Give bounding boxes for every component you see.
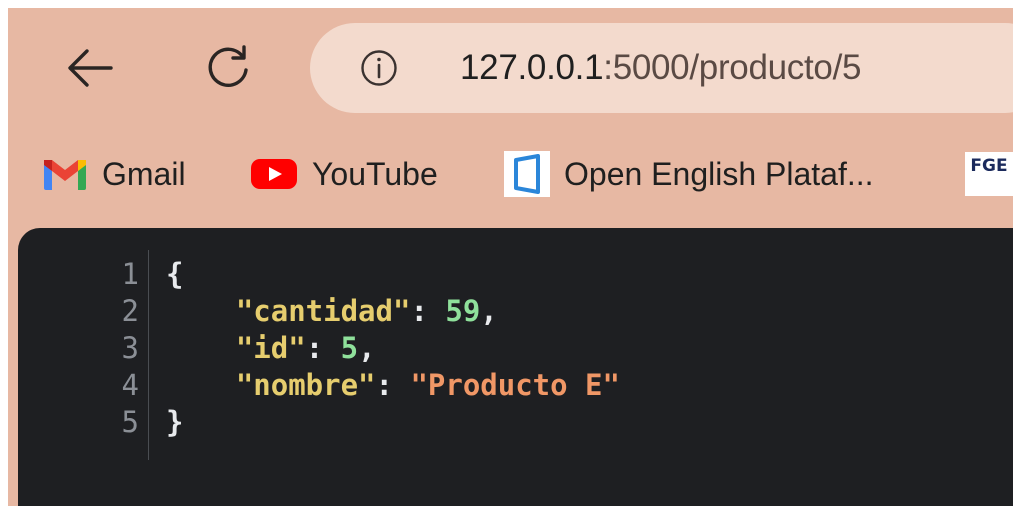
url-host: 127.0.0.1 <box>460 48 604 87</box>
bookmark-youtube[interactable]: YouTube <box>250 148 438 200</box>
json-line: } <box>166 402 183 442</box>
json-key: "id" <box>235 331 306 365</box>
arrow-left-icon <box>68 49 113 87</box>
bookmarks-bar: Gmail YouTube Open English Plataf... FGE <box>8 148 1013 200</box>
site-info-icon[interactable] <box>360 49 398 87</box>
json-viewer: 1 2 3 4 5 { "cantidad": 59, "id": 5, "no… <box>18 228 1013 506</box>
reload-icon <box>208 45 248 87</box>
json-key: "nombre" <box>235 368 376 402</box>
line-number: 3 <box>121 331 139 365</box>
bookmark-gmail[interactable]: Gmail <box>42 148 186 200</box>
line-number-gutter: 1 2 3 4 5 <box>18 250 149 460</box>
json-line: { <box>166 254 183 294</box>
back-button[interactable] <box>60 38 120 98</box>
json-comma: , <box>480 294 498 328</box>
line-number: 4 <box>121 368 139 402</box>
json-value: 5 <box>340 331 359 365</box>
url-path: :5000/producto/5 <box>603 48 862 87</box>
json-value: 59 <box>445 294 481 328</box>
json-comma: , <box>358 331 376 365</box>
line-number: 5 <box>121 405 139 439</box>
open-english-icon <box>504 151 550 197</box>
url-text[interactable]: 127.0.0.1:5000/producto/5 <box>460 23 861 113</box>
json-line: "id": 5, <box>235 331 376 365</box>
reload-button[interactable] <box>198 38 258 98</box>
fge-logo-text: FGE <box>970 156 1008 176</box>
address-bar[interactable]: 127.0.0.1:5000/producto/5 <box>310 23 1013 113</box>
json-value: "Producto E" <box>410 368 620 402</box>
json-line: "nombre": "Producto E" <box>235 368 620 402</box>
json-close-brace: } <box>166 405 184 439</box>
line-number: 1 <box>121 257 139 291</box>
youtube-icon <box>251 159 297 189</box>
gmail-icon <box>44 160 86 190</box>
bookmark-fge[interactable]: FGE <box>965 148 1013 200</box>
json-key: "cantidad" <box>235 294 411 328</box>
bookmark-open-english[interactable]: Open English Plataf... <box>504 148 874 200</box>
browser-toolbar: 127.0.0.1:5000/producto/5 <box>8 8 1013 123</box>
fge-icon: FGE <box>965 152 1013 196</box>
bookmark-label: Gmail <box>102 155 186 192</box>
json-open-brace: { <box>166 257 184 291</box>
line-number: 2 <box>121 294 139 328</box>
bookmark-label: Open English Plataf... <box>564 155 874 192</box>
bookmark-label: YouTube <box>312 155 438 192</box>
browser-window: 127.0.0.1:5000/producto/5 Gmail YouTube <box>8 8 1013 506</box>
json-line: "cantidad": 59, <box>235 294 498 328</box>
